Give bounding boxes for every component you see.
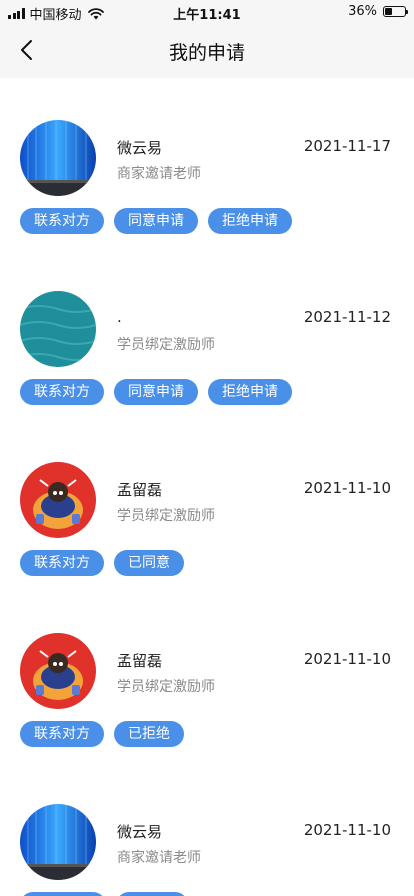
application-date: 2021-11-10 (303, 479, 391, 497)
water-avatar-image (20, 291, 96, 367)
application-date: 2021-11-12 (303, 308, 391, 326)
contact-button[interactable]: 联系对方 (20, 721, 104, 747)
approve-button[interactable]: 同意申请 (114, 208, 198, 234)
avatar[interactable] (20, 462, 96, 538)
application-type: 学员绑定激励师 (117, 679, 215, 695)
avatar[interactable] (20, 291, 96, 367)
applicant-name: 微云易 (117, 139, 163, 157)
avatar[interactable] (20, 633, 96, 709)
application-card: 孟留磊学员绑定激励师 2021-11-10 联系对方 已同意 (0, 420, 414, 591)
status-bar: 中国移动 上午11:41 36% (0, 0, 414, 24)
application-date: 2021-11-10 (303, 821, 391, 839)
action-row: 联系对方 已同意 (20, 550, 184, 576)
rejected-badge: 已拒绝 (114, 721, 184, 747)
reject-button[interactable]: 拒绝申请 (208, 379, 292, 405)
applicant-name: . (117, 308, 122, 326)
battery-percent: 36% (348, 4, 377, 19)
application-type: 学员绑定激励师 (117, 508, 215, 524)
application-card: . 学员绑定激励师 2021-11-12 联系对方 同意申请 拒绝申请 (0, 249, 414, 420)
application-type: 学员绑定激励师 (117, 337, 215, 353)
battery-fill (385, 8, 392, 15)
application-card: 孟留磊学员绑定激励师 2021-11-10 联系对方 已拒绝 (0, 591, 414, 762)
applicant-name: 微云易 (117, 823, 163, 841)
page-title: 我的申请 (168, 42, 245, 64)
battery-icon (383, 6, 408, 17)
reject-button[interactable]: 拒绝申请 (208, 208, 292, 234)
contact-button[interactable]: 联系对方 (20, 379, 104, 405)
action-row: 联系对方 已拒绝 (20, 721, 184, 747)
approved-badge: 已同意 (114, 550, 184, 576)
applicant-name: 孟留磊 (117, 652, 163, 670)
action-button[interactable] (116, 892, 188, 896)
action-button[interactable] (20, 892, 106, 896)
approve-button[interactable]: 同意申请 (114, 379, 198, 405)
avatar[interactable] (20, 804, 96, 880)
cartoon-avatar-image (20, 462, 96, 538)
application-date: 2021-11-10 (303, 650, 391, 668)
application-date: 2021-11-17 (303, 137, 391, 155)
action-row: 联系对方 同意申请 拒绝申请 (20, 379, 292, 405)
applicant-name: 孟留磊 (117, 481, 163, 499)
application-type: 商家邀请老师 (117, 850, 201, 866)
action-row (20, 892, 188, 896)
nav-bar: 我的申请 (0, 24, 414, 78)
status-right: 36% (348, 4, 408, 19)
action-row: 联系对方 同意申请 拒绝申请 (20, 208, 292, 234)
contact-button[interactable]: 联系对方 (20, 208, 104, 234)
application-card: 微云易商家邀请老师 2021-11-10 (0, 762, 414, 896)
application-card: 微云易商家邀请老师 2021-11-17 联系对方 同意申请 拒绝申请 (0, 78, 414, 249)
contact-button[interactable]: 联系对方 (20, 550, 104, 576)
screen-avatar-image (20, 804, 96, 880)
screen-avatar-image (20, 120, 96, 196)
avatar[interactable] (20, 120, 96, 196)
application-type: 商家邀请老师 (117, 166, 201, 182)
cartoon-avatar-image (20, 633, 96, 709)
